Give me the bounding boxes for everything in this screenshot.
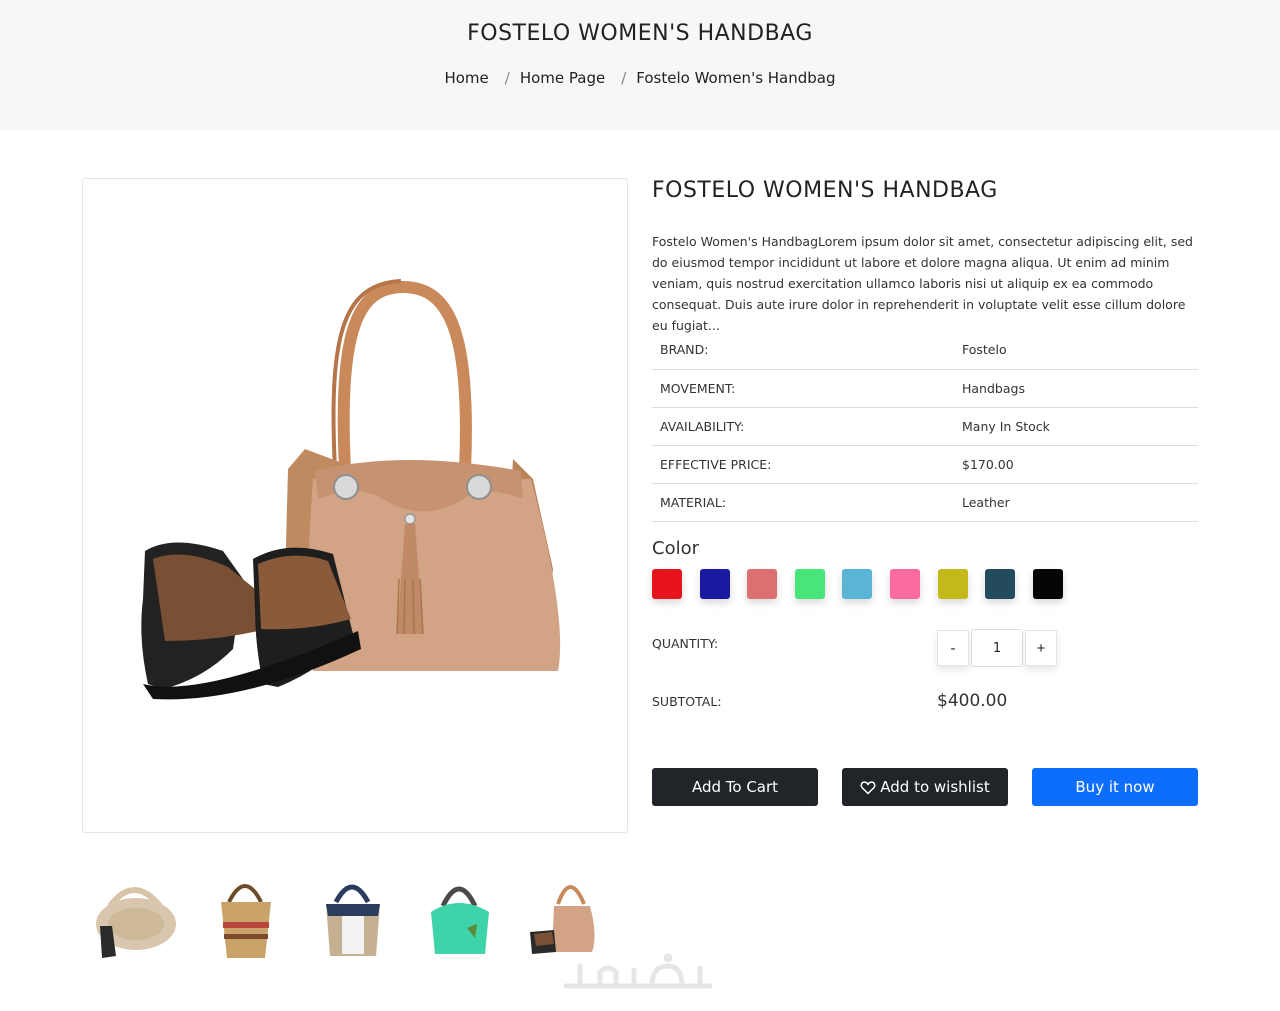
thumbnail-navy-white-tote[interactable]	[296, 866, 403, 966]
table-row: MOVEMENT: Handbags	[652, 369, 1198, 408]
quantity-increase-button[interactable]: +	[1025, 630, 1057, 666]
quantity-label: QUANTITY:	[652, 636, 719, 651]
color-swatch[interactable]	[842, 569, 873, 599]
breadcrumb-separator: /	[504, 69, 510, 87]
add-to-wishlist-label: Add to wishlist	[880, 778, 990, 796]
striped-straw-tote-image	[221, 884, 271, 958]
spec-value: $170.00	[954, 445, 1198, 484]
spec-label: MOVEMENT:	[652, 369, 954, 408]
subtotal-label: SUBTOTAL:	[652, 694, 722, 709]
spec-value: Fostelo	[954, 331, 1198, 370]
spec-label: AVAILABILITY:	[652, 407, 954, 446]
thumbnail-mint-green-bag[interactable]	[403, 866, 510, 966]
product-title: FOSTELO WOMEN'S HANDBAG	[652, 178, 998, 203]
handbag-with-shoes-image	[141, 279, 561, 700]
color-swatch[interactable]	[985, 569, 1016, 599]
heart-icon	[860, 780, 876, 794]
add-to-wishlist-button[interactable]: Add to wishlist	[842, 768, 1008, 806]
thumbnail-striped-straw-tote[interactable]	[189, 866, 296, 966]
color-swatches	[652, 569, 1080, 599]
page-title: FOSTELO WOMEN'S HANDBAG	[467, 21, 813, 46]
add-to-cart-label: Add To Cart	[691, 778, 779, 796]
subtotal-value: $400.00	[937, 691, 1008, 711]
breadcrumb-separator: /	[621, 69, 627, 87]
buy-now-label: Buy it now	[1075, 778, 1155, 796]
color-label: Color	[652, 538, 699, 559]
spec-value: Handbags	[954, 369, 1198, 408]
color-swatch[interactable]	[699, 569, 730, 599]
breadcrumb: Home / Home Page / Fostelo Women's Handb…	[0, 69, 1280, 87]
spec-value: Many In Stock	[954, 407, 1198, 446]
quantity-input[interactable]	[971, 629, 1023, 667]
spec-value: Leather	[954, 483, 1198, 522]
quantity-decrease-button[interactable]: -	[937, 630, 969, 666]
table-row: BRAND: Fostelo	[652, 331, 1198, 370]
round-cream-bag-image	[96, 887, 176, 958]
table-row: MATERIAL: Leather	[652, 483, 1198, 522]
navy-white-tote-image	[326, 884, 380, 956]
color-swatch[interactable]	[747, 569, 778, 599]
thumbnail-tan-bag-with-shoes[interactable]	[510, 866, 617, 966]
buy-now-button[interactable]: Buy it now	[1032, 768, 1198, 806]
color-swatch[interactable]	[794, 569, 825, 599]
khamsat-watermark-logo	[563, 953, 713, 989]
product-description: Fostelo Women's HandbagLorem ipsum dolor…	[652, 234, 1193, 333]
color-swatch[interactable]	[652, 569, 682, 599]
mint-green-bag-image	[431, 886, 489, 954]
color-swatch[interactable]	[937, 569, 968, 599]
quantity-stepper: - +	[937, 629, 1057, 667]
spec-label: BRAND:	[652, 331, 954, 370]
breadcrumb-home[interactable]: Home	[444, 69, 488, 87]
tan-bag-with-shoes-image	[530, 885, 595, 954]
breadcrumb-home-page[interactable]: Home Page	[520, 69, 605, 87]
breadcrumb-current: Fostelo Women's Handbag	[636, 69, 836, 87]
table-row: AVAILABILITY: Many In Stock	[652, 407, 1198, 446]
thumbnail-round-cream-bag[interactable]	[82, 866, 189, 966]
thumbnail-gallery	[82, 866, 617, 966]
color-swatch[interactable]	[1032, 569, 1063, 599]
page-header: FOSTELO WOMEN'S HANDBAG Home / Home Page…	[0, 0, 1280, 130]
spec-label: MATERIAL:	[652, 483, 954, 522]
main-product-image[interactable]	[82, 178, 628, 833]
table-row: EFFECTIVE PRICE: $170.00	[652, 445, 1198, 484]
add-to-cart-button[interactable]: Add To Cart	[652, 768, 818, 806]
color-swatch[interactable]	[889, 569, 920, 599]
spec-label: EFFECTIVE PRICE:	[652, 445, 954, 484]
product-specs-table: BRAND: Fostelo MOVEMENT: Handbags AVAILA…	[652, 331, 1198, 522]
